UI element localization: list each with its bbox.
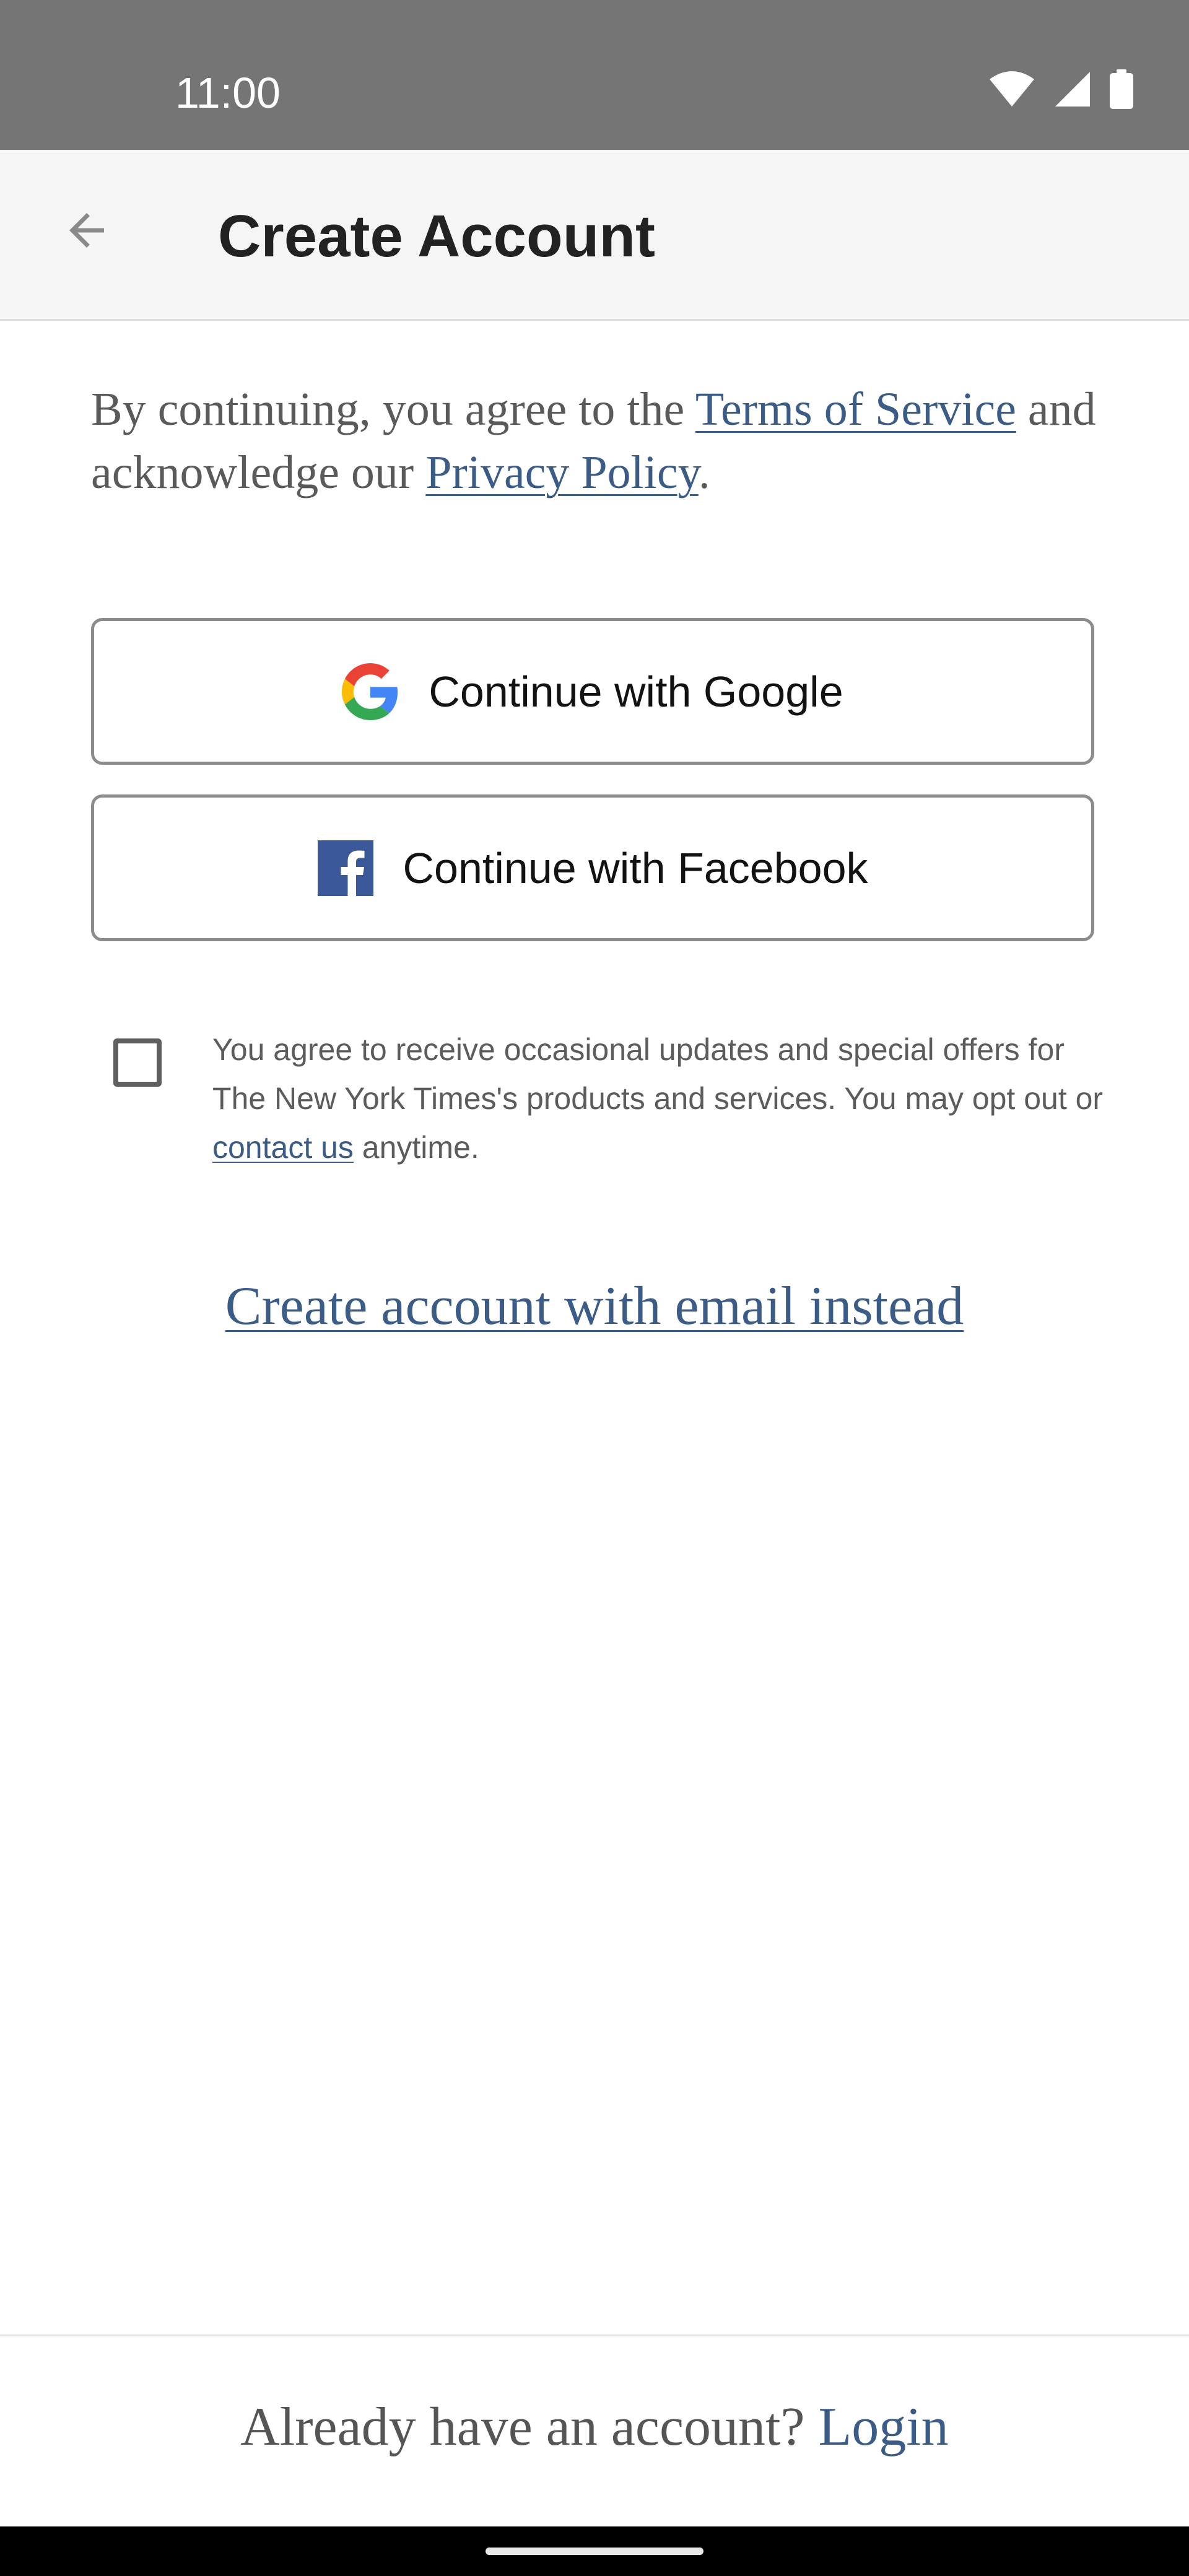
continue-with-facebook-button[interactable]: Continue with Facebook (91, 794, 1094, 941)
contact-us-link[interactable]: contact us (212, 1130, 354, 1165)
facebook-button-label: Continue with Facebook (403, 843, 868, 892)
marketing-consent: You agree to receive occasional updates … (91, 1022, 1107, 1177)
google-button-label: Continue with Google (429, 667, 843, 716)
footer-divider (0, 2334, 1189, 2336)
terms-notice: By continuing, you agree to the Terms of… (91, 378, 1107, 504)
terms-of-service-link[interactable]: Terms of Service (695, 383, 1016, 435)
terms-prefix: By continuing, you agree to the (91, 383, 695, 435)
back-arrow-icon (69, 213, 104, 248)
facebook-icon (317, 840, 373, 896)
status-icons (988, 69, 1133, 109)
battery-icon (1110, 69, 1133, 109)
app-bar: Create Account (0, 150, 1189, 321)
status-time: 11:00 (175, 69, 281, 117)
page-title: Create Account (218, 203, 655, 269)
status-bar: 11:00 (0, 0, 1189, 150)
login-prompt: Already have an account? Login (0, 2390, 1189, 2465)
consent-text: You agree to receive occasional updates … (212, 1025, 1104, 1172)
wifi-icon (990, 71, 1034, 107)
create-account-with-email-link[interactable]: Create account with email instead (225, 1276, 964, 1336)
privacy-policy-link[interactable]: Privacy Policy (425, 446, 698, 498)
login-link[interactable]: Login (819, 2397, 949, 2457)
consent-text-suffix: anytime. (353, 1130, 479, 1165)
consent-text-prefix: You agree to receive occasional updates … (212, 1032, 1104, 1116)
email-signup-container: Create account with email instead (0, 1269, 1189, 1344)
login-question: Already have an account? (240, 2397, 819, 2457)
continue-with-google-button[interactable]: Continue with Google (91, 618, 1094, 765)
marketing-consent-checkbox[interactable] (113, 1038, 162, 1087)
google-icon (342, 663, 398, 720)
system-navigation-bar (0, 2526, 1189, 2576)
home-gesture-handle[interactable] (486, 2548, 703, 2555)
back-button[interactable] (50, 193, 124, 268)
terms-suffix: . (698, 446, 710, 498)
signal-icon (1055, 72, 1090, 107)
